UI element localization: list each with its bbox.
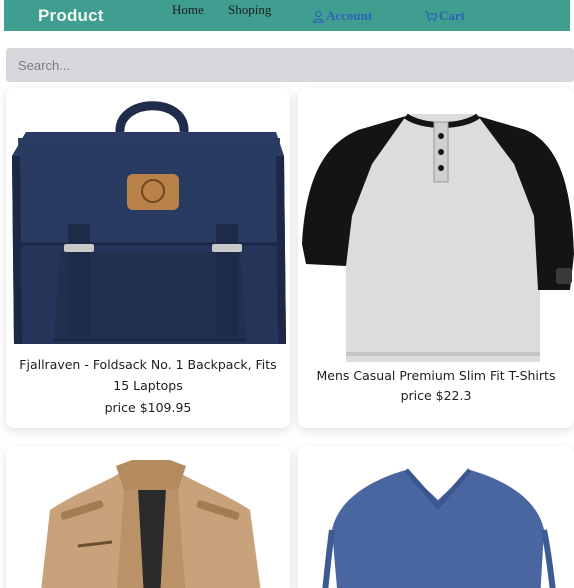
raglan-henley-shirt-image[interactable] [302,104,574,366]
product-card[interactable] [6,446,290,588]
product-price: price $109.95 [104,400,192,415]
brand-logo[interactable]: Product [38,6,104,26]
product-card[interactable]: Mens Casual Premium Slim Fit T-Shirts pr… [298,88,574,428]
product-title[interactable]: Mens Casual Premium Slim Fit T-Shirts [298,365,574,386]
cart-icon [424,10,438,22]
search-input[interactable] [6,48,574,82]
navy-backpack-image[interactable] [8,94,288,354]
nav-link-account[interactable]: Account [312,8,372,24]
nav-link-cart[interactable]: Cart [424,8,465,24]
product-price: price $22.3 [400,388,472,403]
product-title[interactable]: Fjallraven - Foldsack No. 1 Backpack, Fi… [6,354,290,396]
nav-link-home[interactable]: Home [172,2,204,18]
product-card[interactable] [298,446,574,588]
cart-label: Cart [439,8,465,23]
user-icon [313,10,324,23]
tan-jacket-image[interactable] [20,460,280,588]
blue-vneck-shirt-image[interactable] [318,460,562,588]
nav-link-shopping[interactable]: Shoping [228,2,271,18]
navbar: Product Home Shoping Account Cart [4,0,570,31]
product-card[interactable]: Fjallraven - Foldsack No. 1 Backpack, Fi… [6,88,290,428]
account-label: Account [326,8,373,23]
